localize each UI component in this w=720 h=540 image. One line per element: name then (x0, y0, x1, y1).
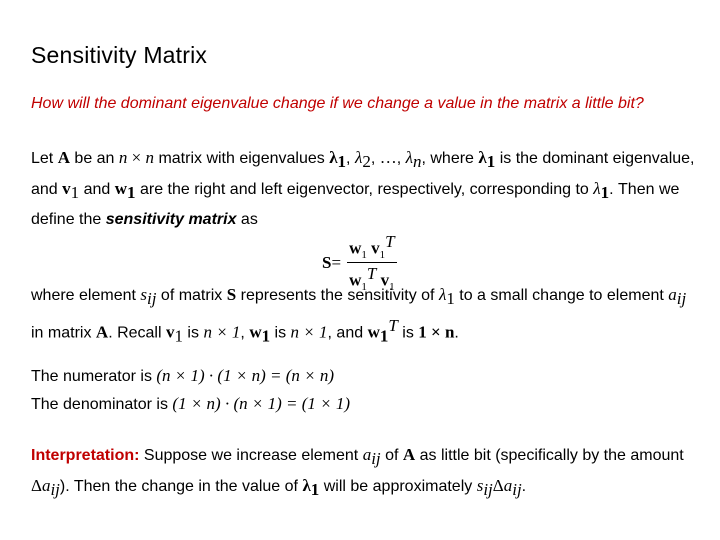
slide-title: Sensitivity Matrix (31, 42, 208, 68)
formula-numerator: w1 v1T (347, 232, 397, 264)
sensitivity-matrix-term: sensitivity matrix (105, 211, 237, 229)
interpretation-label: Interpretation: (31, 447, 140, 464)
numerator-dimension-line: The numerator is (n × 1) · (1 × n) = (n … (31, 366, 334, 385)
dimension-check: The numerator is (n × 1) · (1 × n) = (n … (31, 362, 701, 418)
definition-paragraph: Let A be an n × n matrix with eigenvalue… (31, 148, 695, 229)
denominator-dimension-line: The denominator is (1 × n) · (n × 1) = (… (31, 394, 351, 413)
interpretation-paragraph: Interpretation: Suppose we increase elem… (31, 445, 684, 500)
guiding-question: How will the dominant eigenvalue change … (31, 95, 644, 112)
element-explanation-paragraph: where element sij of matrix S represents… (31, 285, 687, 346)
